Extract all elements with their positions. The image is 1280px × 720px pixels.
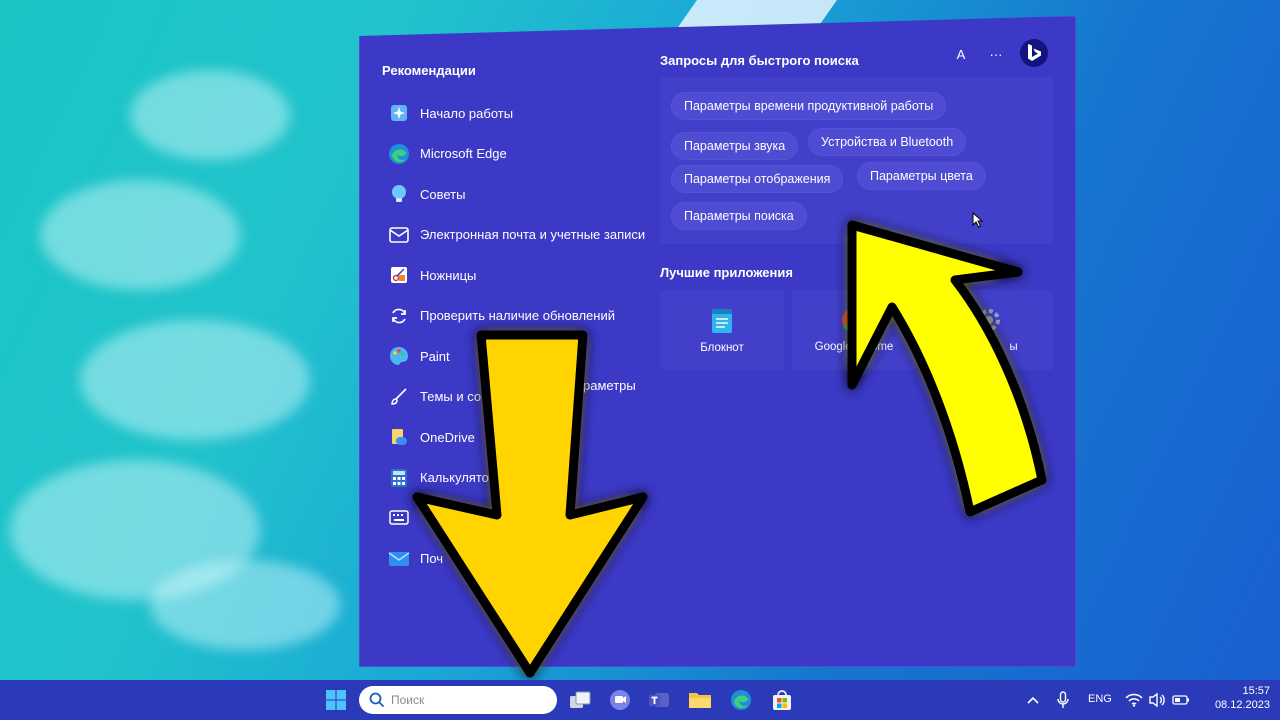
task-view-button[interactable] [568, 688, 592, 712]
rec-item-label: Электронная почта и учетные записи [420, 227, 646, 243]
themes-label-fragment: раметры [583, 378, 636, 393]
volume-button[interactable] [1145, 688, 1169, 712]
teams-chat-icon [610, 690, 630, 710]
rec-item-label: Калькулято [420, 470, 489, 486]
notepad-icon [712, 309, 732, 333]
settings-icon [977, 309, 1000, 331]
mail-icon [388, 548, 410, 570]
battery-button[interactable] [1169, 688, 1193, 712]
rec-item-label: Ножницы [420, 267, 477, 283]
teams-icon [649, 693, 669, 707]
rec-item-label: Темы и со [420, 389, 482, 405]
clock-time: 15:57 [1242, 685, 1270, 697]
avatar-letter: A [956, 46, 966, 62]
rec-item-label: Paint [420, 348, 450, 364]
chip-sound-settings[interactable]: Параметры звука [671, 132, 799, 160]
chip-search-settings[interactable]: Параметры поиска [671, 202, 807, 230]
rec-item-label: Microsoft Edge [420, 146, 507, 162]
rec-item-label: Начало работы [420, 105, 514, 121]
show-hidden-icons-button[interactable] [1021, 688, 1045, 712]
bing-chat-button[interactable] [1020, 39, 1048, 67]
app-tile-label: Google ome [814, 341, 894, 353]
battery-icon [1172, 695, 1189, 705]
file-explorer-button[interactable] [688, 688, 712, 712]
chip-display-settings[interactable]: Параметры отображения [671, 165, 844, 193]
more-options-button[interactable]: ··· [984, 42, 1008, 66]
edge-icon [731, 690, 751, 710]
network-button[interactable] [1122, 688, 1146, 712]
app-tile-chrome[interactable]: Google ome [792, 290, 916, 370]
onedrive-icon [388, 426, 410, 448]
rec-item-calculator[interactable]: Калькулято [388, 458, 668, 499]
quick-search-title: Запросы для быстрого поиска [660, 53, 859, 68]
chrome-icon [842, 308, 867, 333]
rec-item-label: Проверить наличие обновлений [420, 308, 615, 324]
folder-icon [689, 693, 711, 708]
rec-item-check-updates[interactable]: Проверить наличие обновлений [388, 296, 668, 337]
top-apps-title: Лучшие приложения [660, 265, 793, 280]
background-cloud [40, 180, 240, 290]
rec-item-tips[interactable]: Советы [388, 174, 668, 215]
app-tile-notepad[interactable]: Блокнот [660, 290, 784, 370]
windows-logo-icon [326, 690, 346, 710]
recommendations-list: Начало работы Microsoft Edge Советы Элек… [388, 93, 668, 579]
paint-icon [388, 345, 410, 367]
background-cloud [130, 70, 290, 160]
teams-button[interactable] [647, 688, 671, 712]
app-tile-settings[interactable]: ы [924, 290, 1053, 370]
microphone-button[interactable] [1051, 688, 1075, 712]
wifi-icon [1125, 693, 1143, 707]
speaker-icon [1149, 692, 1165, 708]
rec-item-mail[interactable]: Поч [388, 539, 668, 580]
taskbar-search-box[interactable] [359, 686, 557, 714]
microphone-icon [1057, 691, 1069, 708]
taskbar: ENG 15:57 08.12.2023 [0, 680, 1280, 720]
edge-icon [388, 143, 410, 165]
store-button[interactable] [770, 688, 794, 712]
mail-outline-icon [388, 224, 410, 246]
rec-item-label: Советы [420, 186, 466, 202]
rec-item-mail-accounts[interactable]: Электронная почта и учетные записи [388, 215, 668, 256]
start-search-panel: Рекомендации Начало работы Microsoft Edg… [359, 16, 1076, 667]
quick-search-box: Параметры времени продуктивной работы Па… [660, 77, 1053, 244]
edge-taskbar-button[interactable] [729, 688, 753, 712]
snipping-tool-icon [388, 264, 410, 286]
background-cloud [80, 320, 310, 440]
get-started-icon [388, 102, 410, 124]
bing-icon [1028, 44, 1041, 61]
rec-item-paint[interactable]: Paint [388, 336, 668, 377]
app-tile-label: Блокнот [700, 342, 744, 354]
chip-color-settings[interactable]: Параметры цвета [857, 162, 986, 190]
rec-item-keyboard[interactable] [388, 498, 668, 539]
rec-item-label: Поч [420, 551, 444, 567]
calculator-icon [388, 467, 410, 489]
clock[interactable]: 15:57 08.12.2023 [1200, 685, 1270, 711]
account-avatar-button[interactable]: A [949, 42, 973, 66]
rec-item-edge[interactable]: Microsoft Edge [388, 134, 668, 175]
mouse-cursor-icon [972, 212, 984, 228]
chip-bluetooth-devices[interactable]: Устройства и Bluetooth [808, 128, 967, 156]
more-icon: ··· [989, 46, 1003, 62]
brush-icon [388, 386, 410, 408]
chevron-up-icon [1027, 696, 1039, 704]
chat-button[interactable] [608, 688, 632, 712]
search-icon [369, 692, 385, 708]
rec-item-onedrive[interactable]: OneDrive [388, 417, 668, 458]
rec-item-label: OneDrive [420, 429, 475, 445]
rec-item-snipping-tool[interactable]: Ножницы [388, 255, 668, 296]
update-icon [388, 305, 410, 327]
chip-focus-settings[interactable]: Параметры времени продуктивной работы [671, 92, 947, 120]
background-cloud [150, 560, 340, 650]
store-icon [773, 690, 791, 710]
tips-icon [388, 183, 410, 205]
rec-item-get-started[interactable]: Начало работы [388, 93, 668, 134]
recommendations-title: Рекомендации [382, 63, 476, 78]
start-button[interactable] [324, 688, 348, 712]
search-input[interactable] [389, 692, 543, 708]
language-indicator[interactable]: ENG [1088, 693, 1112, 705]
keyboard-icon [388, 507, 410, 529]
app-tile-label: ы [1009, 341, 1018, 353]
clock-date: 08.12.2023 [1214, 699, 1270, 711]
task-view-icon [570, 691, 591, 708]
